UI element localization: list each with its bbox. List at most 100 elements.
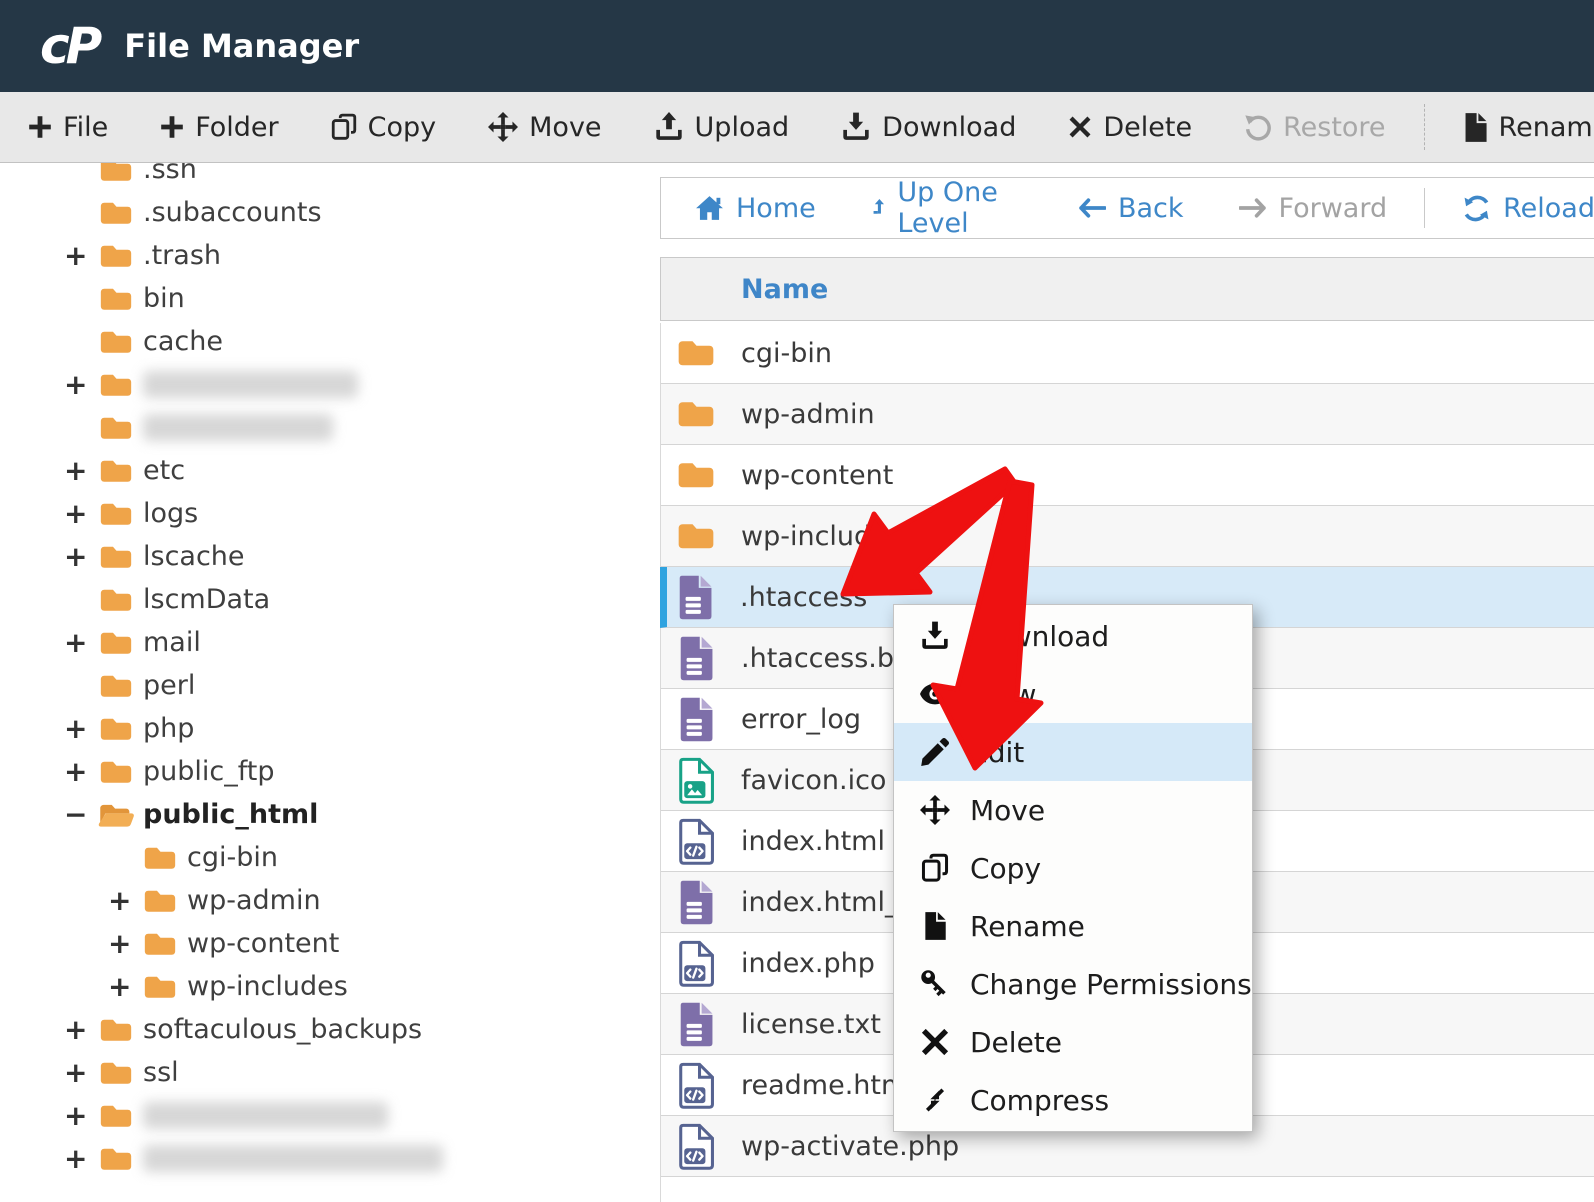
file-name: wp-content: [741, 460, 893, 491]
toolbar-button-rename[interactable]: Rename: [1463, 112, 1594, 143]
folder-icon: [98, 285, 134, 313]
file-name: wp-includes: [741, 521, 902, 552]
toolbar-label: Move: [529, 112, 601, 143]
code-file-icon: [676, 940, 716, 987]
upload-icon: [654, 112, 684, 142]
tree-item-cgi-bin[interactable]: cgi-bin: [0, 836, 660, 879]
tree-label: public_html: [143, 799, 318, 830]
folder-icon: [98, 672, 134, 700]
menu-label: Edit: [970, 736, 1024, 769]
toolbar-button-file[interactable]: File: [28, 112, 108, 143]
nav-back[interactable]: Back: [1078, 193, 1184, 224]
toolbar-button-delete[interactable]: Delete: [1068, 112, 1192, 143]
menu-item-rename[interactable]: Rename: [894, 897, 1252, 955]
folder-icon: [98, 1102, 134, 1130]
tree-expander[interactable]: +: [64, 1099, 98, 1132]
tree-label: lscmData: [143, 584, 270, 615]
tree-item-wp-admin[interactable]: +wp-admin: [0, 879, 660, 922]
file-row-wp-includes[interactable]: wp-includes: [661, 506, 1594, 567]
tree-item-php[interactable]: + php: [0, 707, 660, 750]
tree-expander[interactable]: +: [64, 755, 98, 788]
tree-expander[interactable]: +: [64, 497, 98, 530]
file-row-cgi-bin[interactable]: cgi-bin: [661, 323, 1594, 384]
file-name: favicon.ico: [741, 765, 886, 796]
tree-item-wp-includes[interactable]: +wp-includes: [0, 965, 660, 1008]
folder-tree: .ssh .subaccounts +.trash bin cache + +e…: [0, 163, 660, 1180]
tree-label: lscache: [143, 541, 245, 572]
tree-item-public-html[interactable]: − public_html: [0, 793, 660, 836]
tree-item-lscmdata[interactable]: lscmData: [0, 578, 660, 621]
nav-up-one-level[interactable]: Up One Level: [871, 177, 1023, 239]
menu-item-edit[interactable]: Edit: [894, 723, 1252, 781]
toolbar-button-folder[interactable]: Folder: [160, 112, 278, 143]
file-row-wp-admin[interactable]: wp-admin: [661, 384, 1594, 445]
menu-item-compress[interactable]: Compress: [894, 1071, 1252, 1129]
menu-item-view[interactable]: View: [894, 665, 1252, 723]
tree-expander[interactable]: +: [64, 368, 98, 401]
folder-icon: [98, 242, 134, 270]
tree-expander[interactable]: +: [108, 970, 142, 1003]
tree-item-softaculous-backups[interactable]: + softaculous_backups: [0, 1008, 660, 1051]
tree-item-wp-content[interactable]: +wp-content: [0, 922, 660, 965]
nav-reload[interactable]: Reload: [1462, 193, 1594, 224]
menu-item-delete[interactable]: Delete: [894, 1013, 1252, 1071]
tree-expander[interactable]: +: [64, 626, 98, 659]
file-name: wp-admin: [741, 399, 875, 430]
menu-item-download[interactable]: Download: [894, 607, 1252, 665]
tree-expander[interactable]: +: [64, 712, 98, 745]
file-name: license.txt: [741, 1009, 881, 1040]
tree-item-cache[interactable]: cache: [0, 320, 660, 363]
tree-item-trash[interactable]: +.trash: [0, 234, 660, 277]
folder-icon: [142, 973, 178, 1001]
tree-item-logs[interactable]: +logs: [0, 492, 660, 535]
tree-expander[interactable]: +: [64, 540, 98, 573]
file-name: wp-activate.php: [741, 1131, 959, 1162]
tree-label: softaculous_backups: [143, 1014, 422, 1045]
folder-icon: [98, 586, 134, 614]
menu-item-change-permissions[interactable]: Change Permissions: [894, 955, 1252, 1013]
file-name: error_log: [741, 704, 861, 735]
tree-item-redacted[interactable]: +: [0, 1137, 660, 1180]
menu-label: View: [970, 678, 1036, 711]
move-icon: [488, 112, 518, 142]
folder-icon: [98, 414, 134, 442]
tree-item-etc[interactable]: +etc: [0, 449, 660, 492]
tree-expander[interactable]: +: [64, 1013, 98, 1046]
tree-expander[interactable]: −: [64, 798, 98, 831]
toolbar-button-upload[interactable]: Upload: [654, 112, 790, 143]
tree-label: cgi-bin: [187, 842, 278, 873]
tree-item-perl[interactable]: perl: [0, 664, 660, 707]
tree-expander[interactable]: +: [64, 454, 98, 487]
tree-item-mail[interactable]: +mail: [0, 621, 660, 664]
x-icon: [920, 1027, 950, 1057]
menu-item-copy[interactable]: Copy: [894, 839, 1252, 897]
tree-item-bin[interactable]: bin: [0, 277, 660, 320]
toolbar-button-download[interactable]: Download: [841, 112, 1016, 143]
column-header-name[interactable]: Name: [741, 274, 828, 305]
file-row-wp-content[interactable]: wp-content: [661, 445, 1594, 506]
tree-item-redacted[interactable]: [0, 406, 660, 449]
folder-icon: [98, 163, 134, 184]
nav-label: Reload: [1503, 193, 1594, 224]
tree-item-lscache[interactable]: + lscache: [0, 535, 660, 578]
arrow-left-icon: [1078, 198, 1106, 218]
toolbar-button-move[interactable]: Move: [488, 112, 601, 143]
tree-expander[interactable]: +: [108, 884, 142, 917]
tree-expander[interactable]: +: [108, 927, 142, 960]
toolbar-button-copy[interactable]: Copy: [331, 112, 437, 143]
folder-icon: [98, 371, 134, 399]
tree-item-public-ftp[interactable]: +public_ftp: [0, 750, 660, 793]
nav-home[interactable]: Home: [695, 193, 816, 224]
tree-item-redacted[interactable]: +: [0, 363, 660, 406]
tree-expander[interactable]: +: [64, 1056, 98, 1089]
tree-item-subaccounts[interactable]: .subaccounts: [0, 191, 660, 234]
tree-expander[interactable]: +: [64, 1142, 98, 1175]
tree-item-redacted[interactable]: +: [0, 1094, 660, 1137]
tree-item-ssh[interactable]: .ssh: [0, 163, 660, 191]
table-header: Name: [660, 257, 1594, 321]
folder-icon: [98, 543, 134, 571]
menu-item-move[interactable]: Move: [894, 781, 1252, 839]
tree-item-ssl[interactable]: +ssl: [0, 1051, 660, 1094]
tree-label: php: [143, 713, 194, 744]
tree-expander[interactable]: +: [64, 239, 98, 272]
